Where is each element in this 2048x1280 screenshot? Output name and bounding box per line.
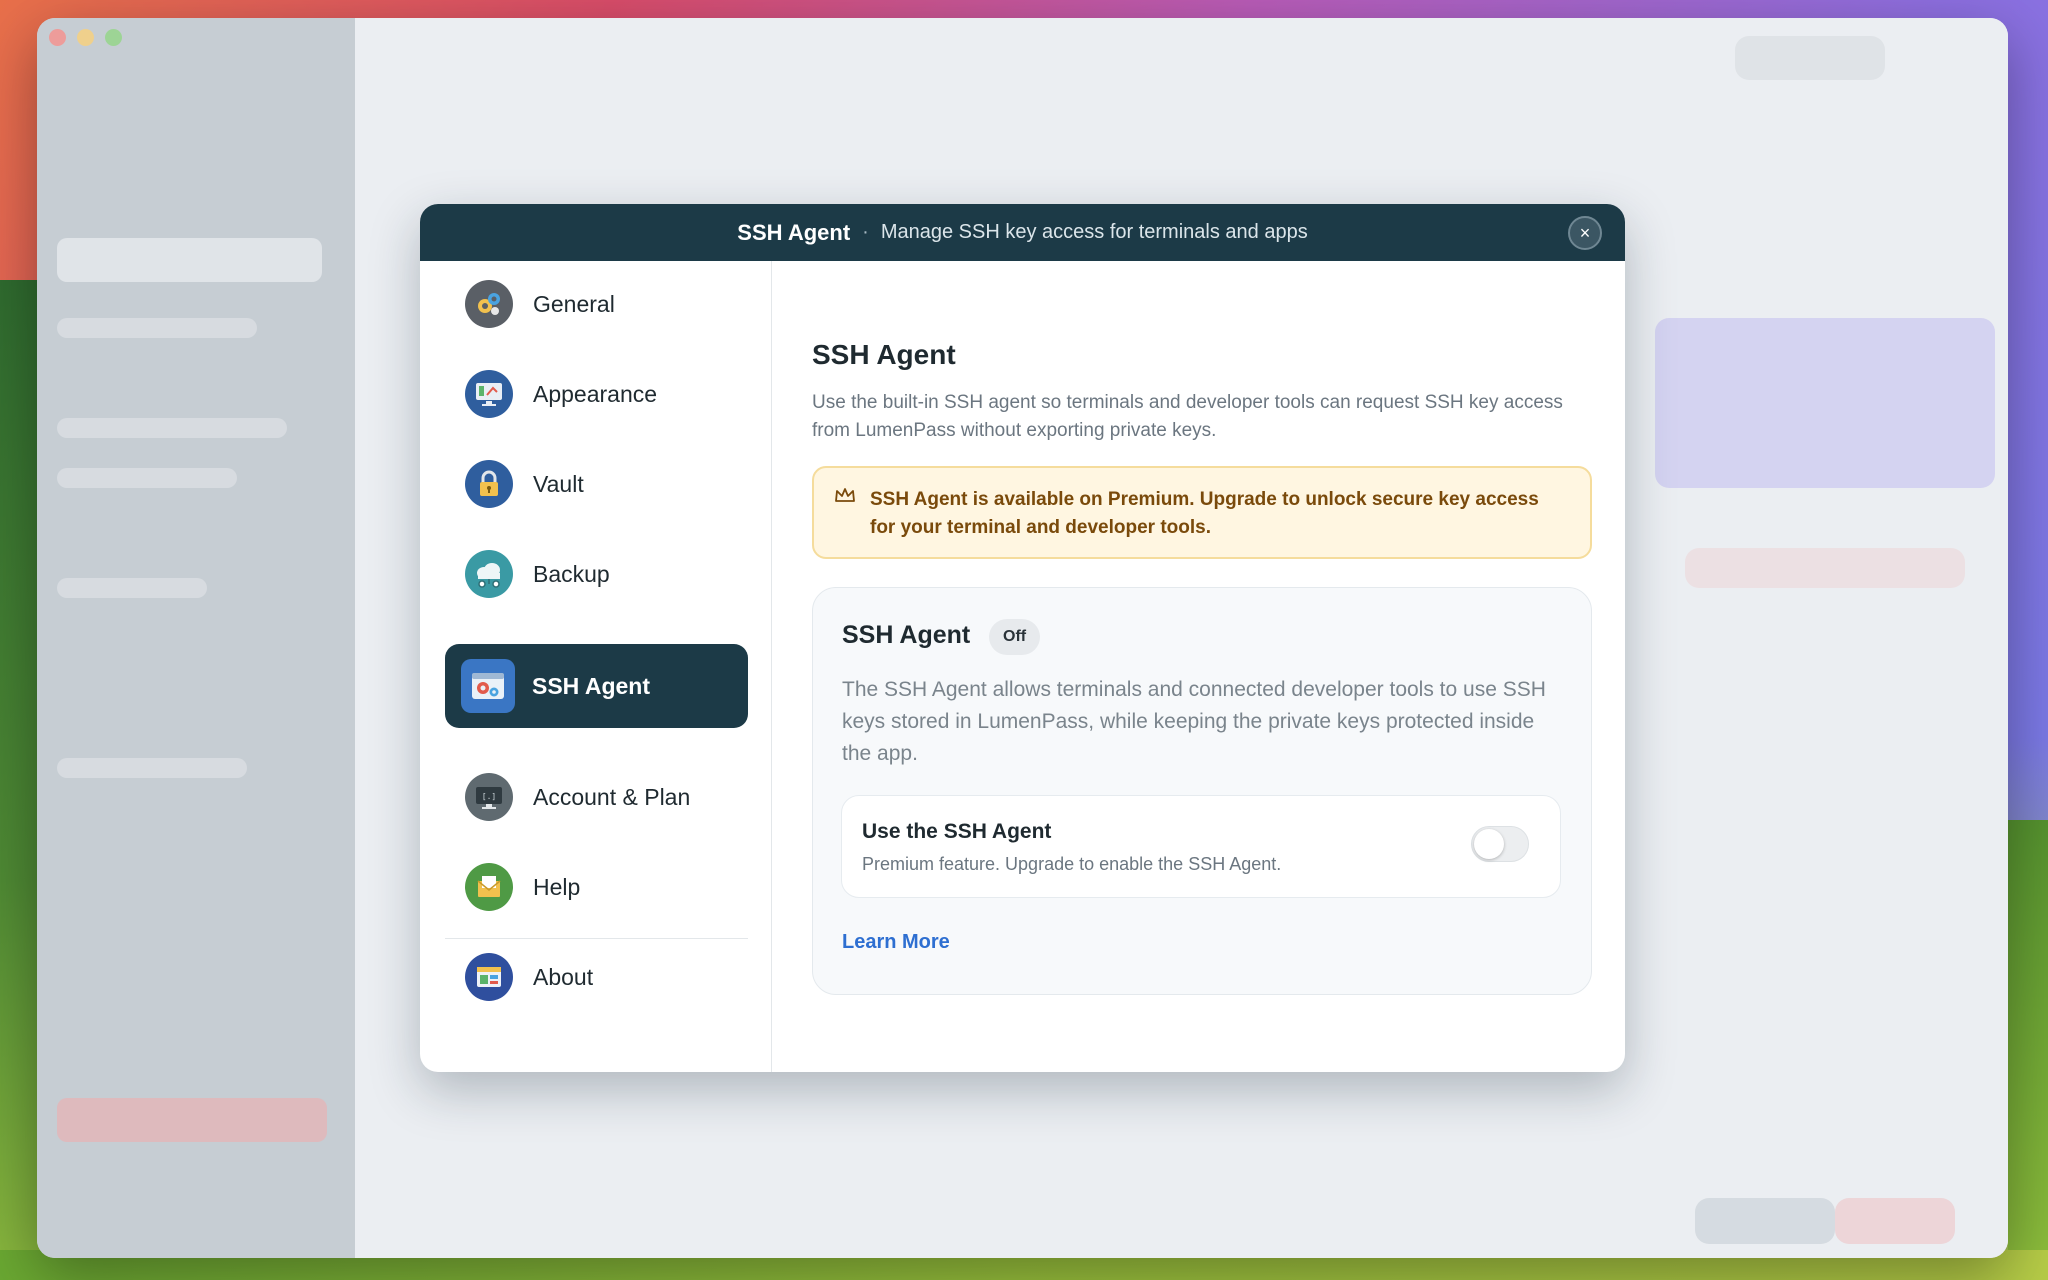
ssh-agent-toggle-row: Use the SSH Agent Premium feature. Upgra… [841,795,1561,898]
nav-label-backup: Backup [533,560,610,587]
learn-more-link[interactable]: Learn More [842,931,950,954]
lock-icon [465,460,513,508]
nav-label-general: General [533,290,615,317]
settings-dialog: SSH Agent · Manage SSH key access for te… [420,204,1625,1072]
page-title: SSH Agent [812,339,956,370]
ssh-window-gear-icon [461,659,515,713]
premium-banner-text: SSH Agent is available on Premium. Upgra… [870,489,1539,538]
close-button[interactable]: × [1568,216,1602,250]
nav-item-about[interactable]: About [445,935,748,1019]
svg-text:[.]: [.] [482,792,496,801]
dialog-title: SSH Agent [737,219,851,245]
dialog-title-separator: · [862,221,869,243]
settings-nav: General Appearance Vault Backup SSH Agen… [420,261,772,1072]
help-envelope-icon [465,863,513,911]
dialog-subtitle: Manage SSH key access for terminals and … [880,221,1308,243]
nav-label-ssh-agent: SSH Agent [532,672,650,699]
nav-item-vault[interactable]: Vault [445,442,748,526]
nav-item-general[interactable]: General [445,262,748,346]
cloud-backup-icon [465,550,513,598]
close-icon: × [1579,223,1591,243]
general-gears-icon [465,280,513,328]
card-title: SSH Agent [842,621,971,649]
nav-label-about: About [533,963,594,990]
nav-item-backup[interactable]: Backup [445,532,748,616]
wallpaper-hills-right [2008,820,2048,1280]
toggle-label: Use the SSH Agent [862,820,1052,843]
card-description: The SSH Agent allows terminals and conne… [842,678,1546,765]
about-window-icon [465,953,513,1001]
dialog-header: SSH Agent · Manage SSH key access for te… [420,204,1625,261]
nav-item-account-plan[interactable]: [.] Account & Plan [445,755,748,839]
crown-icon [835,488,855,502]
nav-label-help: Help [533,873,581,900]
nav-label-account-plan: Account & Plan [533,783,691,810]
nav-item-ssh-agent[interactable]: SSH Agent [445,644,748,728]
appearance-monitor-icon [465,370,513,418]
nav-item-appearance[interactable]: Appearance [445,352,748,436]
toggle-knob [1474,829,1504,859]
nav-label-vault: Vault [533,470,584,497]
nav-item-help[interactable]: Help [445,845,748,929]
ssh-agent-toggle[interactable] [1471,826,1529,862]
ssh-agent-card: SSH Agent Off The SSH Agent allows termi… [812,587,1592,995]
premium-banner: SSH Agent is available on Premium. Upgra… [812,466,1592,559]
account-monitor-icon: [.] [465,773,513,821]
status-badge: Off [989,619,1041,655]
toggle-hint: Premium feature. Upgrade to enable the S… [862,854,1282,874]
page-description: Use the built-in SSH agent so terminals … [812,392,1563,441]
nav-label-appearance: Appearance [533,380,658,407]
